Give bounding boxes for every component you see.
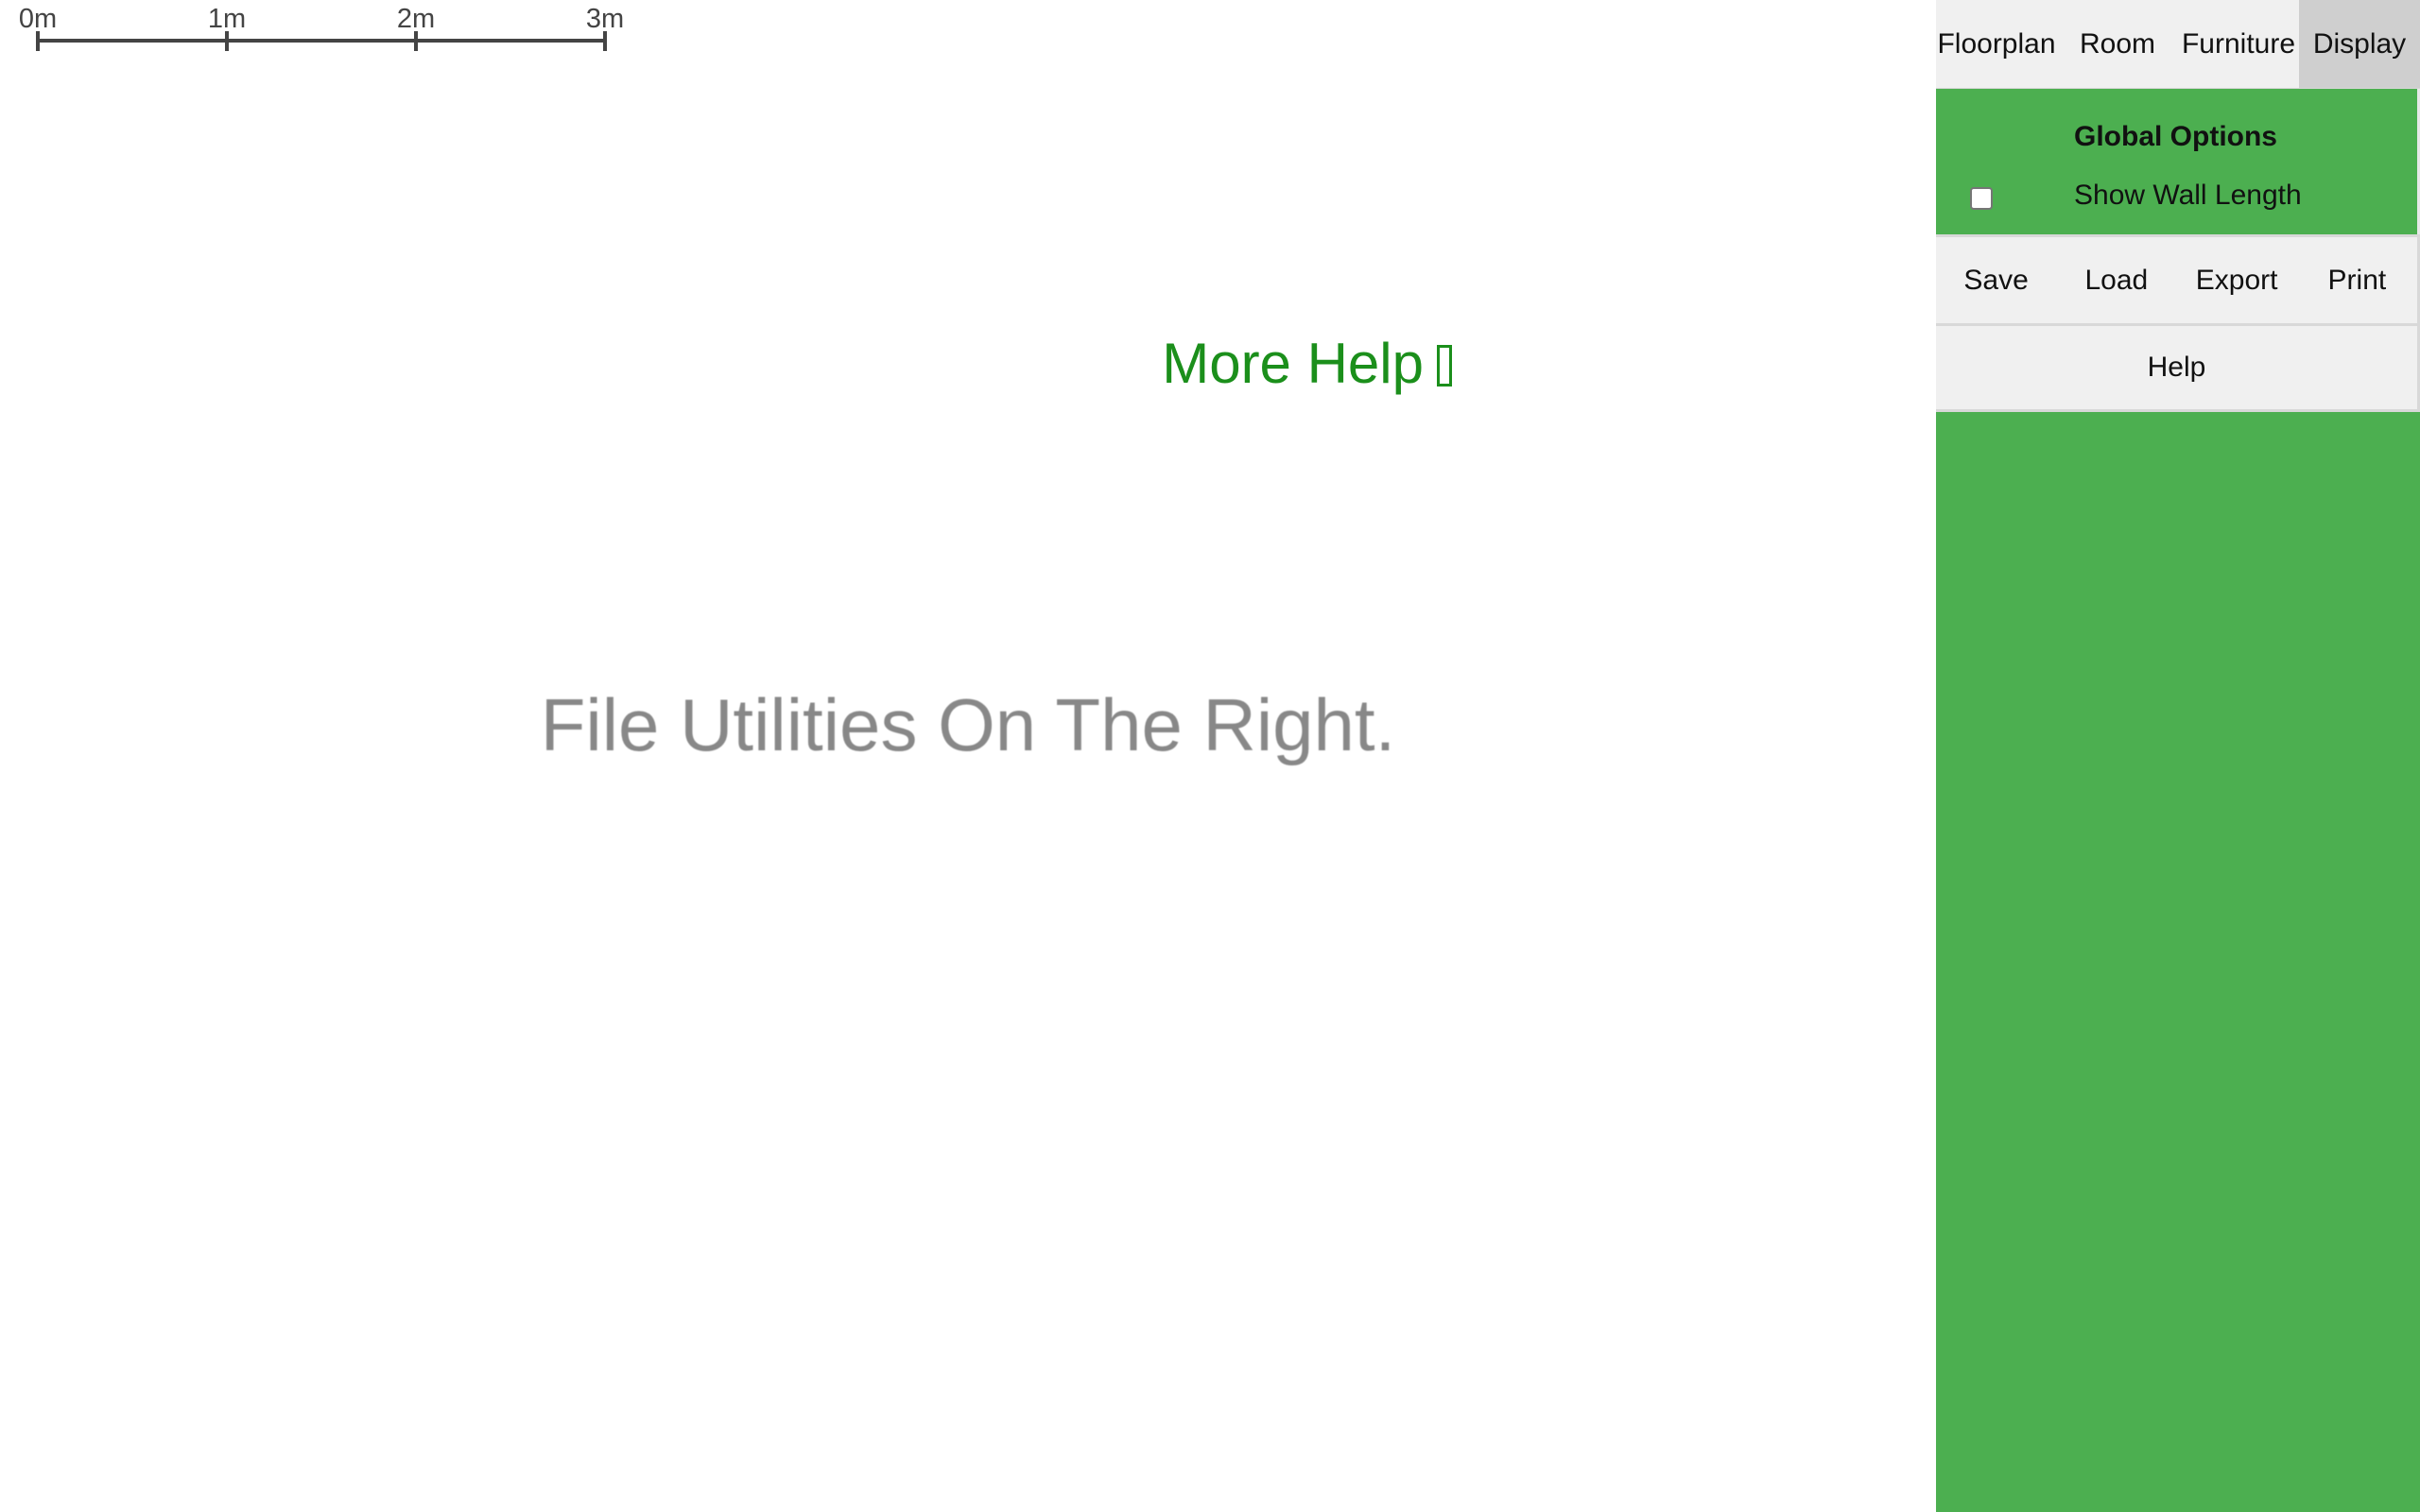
- save-button[interactable]: Save: [1936, 265, 2056, 297]
- help-row: Help: [1936, 323, 2420, 412]
- more-help-link[interactable]: More Help: [1162, 331, 1452, 396]
- scale-bar-label-0: 0m: [19, 4, 57, 34]
- scale-bar: 0m 1m 2m 3m: [19, 4, 624, 51]
- sidebar: Floorplan Room Furniture Display Global …: [1936, 0, 2420, 1512]
- global-options-panel: Global Options Show Wall Length: [1936, 89, 2420, 234]
- canvas-hint-text: File Utilities On The Right.: [540, 683, 1396, 766]
- show-wall-length-checkbox[interactable]: [1970, 187, 1993, 210]
- missing-glyph-icon: [1437, 345, 1452, 387]
- global-options-title: Global Options: [2074, 121, 2277, 152]
- scale-bar-label-3: 3m: [586, 4, 624, 34]
- print-button[interactable]: Print: [2297, 265, 2417, 297]
- file-utilities-row: Save Load Export Print: [1936, 234, 2420, 323]
- load-button[interactable]: Load: [2056, 265, 2176, 297]
- scale-bar-label-2: 2m: [397, 4, 435, 34]
- scale-bar-label-1: 1m: [208, 4, 246, 34]
- help-button[interactable]: Help: [1936, 352, 2417, 384]
- tab-furniture[interactable]: Furniture: [2178, 0, 2299, 88]
- floorplan-canvas[interactable]: 0m 1m 2m 3m File Utilities On The Right.…: [0, 0, 1936, 1512]
- tab-display[interactable]: Display: [2299, 0, 2420, 88]
- export-button[interactable]: Export: [2177, 265, 2297, 297]
- tab-floorplan[interactable]: Floorplan: [1936, 0, 2057, 88]
- tab-room[interactable]: Room: [2057, 0, 2178, 88]
- floorplanner-app: 0m 1m 2m 3m File Utilities On The Right.…: [0, 0, 2420, 1512]
- show-wall-length-label[interactable]: Show Wall Length: [2074, 180, 2302, 212]
- sidebar-tabs: Floorplan Room Furniture Display: [1936, 0, 2420, 89]
- more-help-label: More Help: [1162, 332, 1424, 395]
